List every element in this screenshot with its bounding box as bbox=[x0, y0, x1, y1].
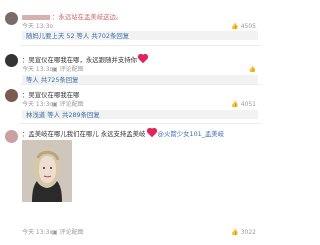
image-icon: ▣ bbox=[52, 66, 58, 73]
username-mask bbox=[22, 14, 50, 20]
thumb-icon: 👍 bbox=[231, 101, 239, 108]
like-count[interactable]: 👍 4051 bbox=[231, 101, 256, 108]
comment-time: 今天 13:3x bbox=[22, 229, 53, 236]
reply-image-link[interactable]: ▣ 评论配图 bbox=[52, 101, 84, 109]
heart-icon bbox=[147, 128, 156, 138]
comment-body: ：永远站在孟美岐这边。 bbox=[22, 13, 122, 21]
thumb-icon: 👍 bbox=[231, 229, 239, 236]
image-icon: ▣ bbox=[52, 229, 58, 236]
thumb-icon: 👍 bbox=[248, 66, 256, 73]
reply-summary[interactable]: 等人 共725条回复 bbox=[22, 75, 258, 84]
reply-image-link[interactable]: ▣ 评论配图 bbox=[52, 229, 84, 237]
avatar[interactable] bbox=[5, 130, 18, 143]
reply-summary[interactable]: 林浅道 等人 共289条回复 bbox=[22, 110, 258, 119]
comment-body: ：吴宣仪在哪我在哪，永远跟随并支持你 bbox=[22, 54, 148, 64]
avatar[interactable] bbox=[5, 89, 18, 102]
avatar[interactable] bbox=[5, 54, 18, 67]
reply-image-link[interactable]: ▣ 评论配图 bbox=[52, 66, 84, 74]
like-count[interactable]: 👍 3022 bbox=[231, 229, 256, 236]
comment-time: 今天 13:3o bbox=[22, 23, 54, 30]
reply-summary[interactable]: 随妈儿要上天 52 等人 共702条回复 bbox=[22, 31, 258, 40]
portrait-photo bbox=[22, 140, 72, 202]
comment-body: ：吴宣仪在哪我在哪 bbox=[22, 91, 80, 99]
comment-time: 今天 13:3o bbox=[22, 66, 54, 73]
image-icon: ▣ bbox=[52, 101, 58, 108]
comment-body: ：孟美岐在哪儿我们在哪儿 永远支持孟美岐 @火箭少女101_孟美岐 bbox=[22, 128, 225, 138]
divider bbox=[20, 123, 262, 124]
heart-icon bbox=[138, 54, 148, 64]
comment-time: 今天 13:3o bbox=[22, 101, 54, 108]
divider bbox=[20, 45, 262, 46]
thumb-icon: 👍 bbox=[231, 23, 239, 30]
comment-image[interactable] bbox=[22, 140, 72, 202]
like-count[interactable]: 👍 bbox=[249, 66, 256, 73]
divider bbox=[20, 84, 262, 85]
avatar[interactable] bbox=[5, 12, 18, 25]
like-count[interactable]: 👍 4505 bbox=[231, 23, 256, 30]
